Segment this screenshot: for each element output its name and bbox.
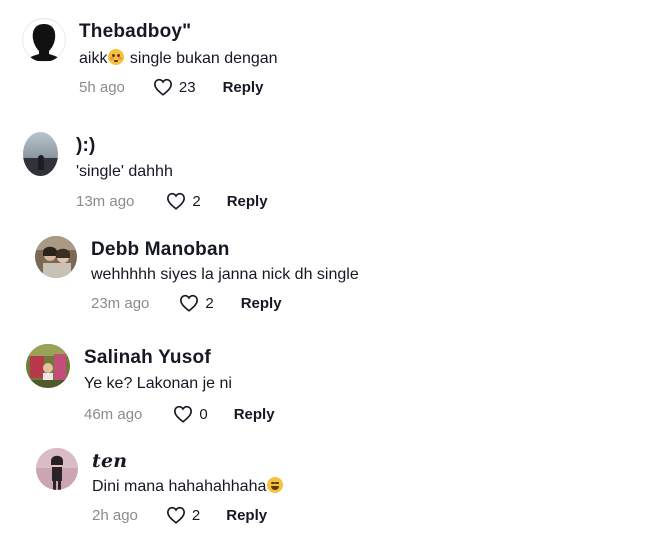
like-button[interactable]: 2	[166, 506, 200, 524]
comment-text: aikk single bukan dengan	[79, 49, 278, 67]
username[interactable]: ):)	[76, 135, 96, 157]
heart-outline-icon	[153, 78, 172, 96]
comment-meta: 13m ago 2 Reply	[76, 192, 268, 210]
username[interactable]: 𝒕𝒆𝒏	[92, 450, 127, 472]
like-count: 23	[178, 78, 196, 96]
timestamp: 5h ago	[79, 78, 125, 96]
like-button[interactable]: 2	[166, 192, 201, 210]
reply-button[interactable]: Reply	[223, 79, 264, 96]
reply-button[interactable]: Reply	[226, 507, 267, 524]
username[interactable]: Debb Manoban	[91, 239, 230, 261]
comment-text: Dini mana hahahahhaha	[92, 477, 284, 496]
avatar[interactable]	[23, 132, 58, 176]
reply-button[interactable]: Reply	[227, 193, 268, 210]
comment-meta: 46m ago 0 Reply	[84, 405, 275, 423]
tears-of-joy-emoji	[267, 477, 284, 493]
heart-outline-icon	[166, 506, 185, 524]
like-count: 0	[199, 405, 208, 423]
comment-meta: 2h ago 2 Reply	[92, 506, 267, 524]
reply-button[interactable]: Reply	[241, 295, 282, 312]
username[interactable]: Thebadboy"	[79, 21, 191, 43]
comment-text: 'single' dahhh	[76, 163, 173, 180]
like-button[interactable]: 23	[153, 78, 196, 96]
reply-button[interactable]: Reply	[234, 406, 275, 423]
comment-text: Ye ke? Lakonan je ni	[84, 375, 232, 392]
timestamp: 23m ago	[91, 294, 150, 312]
flushed-face-emoji	[108, 49, 125, 65]
timestamp: 2h ago	[92, 506, 138, 524]
heart-outline-icon	[174, 405, 193, 423]
timestamp: 46m ago	[84, 405, 143, 423]
avatar[interactable]	[26, 344, 70, 388]
heart-outline-icon	[180, 294, 199, 312]
like-button[interactable]: 2	[179, 294, 214, 312]
avatar[interactable]	[35, 236, 77, 278]
like-count: 2	[205, 294, 214, 312]
avatar[interactable]	[22, 18, 66, 62]
timestamp: 13m ago	[76, 192, 135, 210]
heart-outline-icon	[167, 192, 186, 210]
like-count: 2	[191, 506, 201, 524]
comment-meta: 5h ago 23 Reply	[79, 78, 263, 96]
comment-text: wehhhhh siyes la janna nick dh single	[91, 266, 359, 283]
like-count: 2	[192, 192, 201, 210]
avatar[interactable]	[36, 448, 78, 490]
comment-meta: 23m ago 2 Reply	[91, 294, 282, 312]
username[interactable]: Salinah Yusof	[84, 347, 211, 369]
like-button[interactable]: 0	[173, 405, 208, 423]
